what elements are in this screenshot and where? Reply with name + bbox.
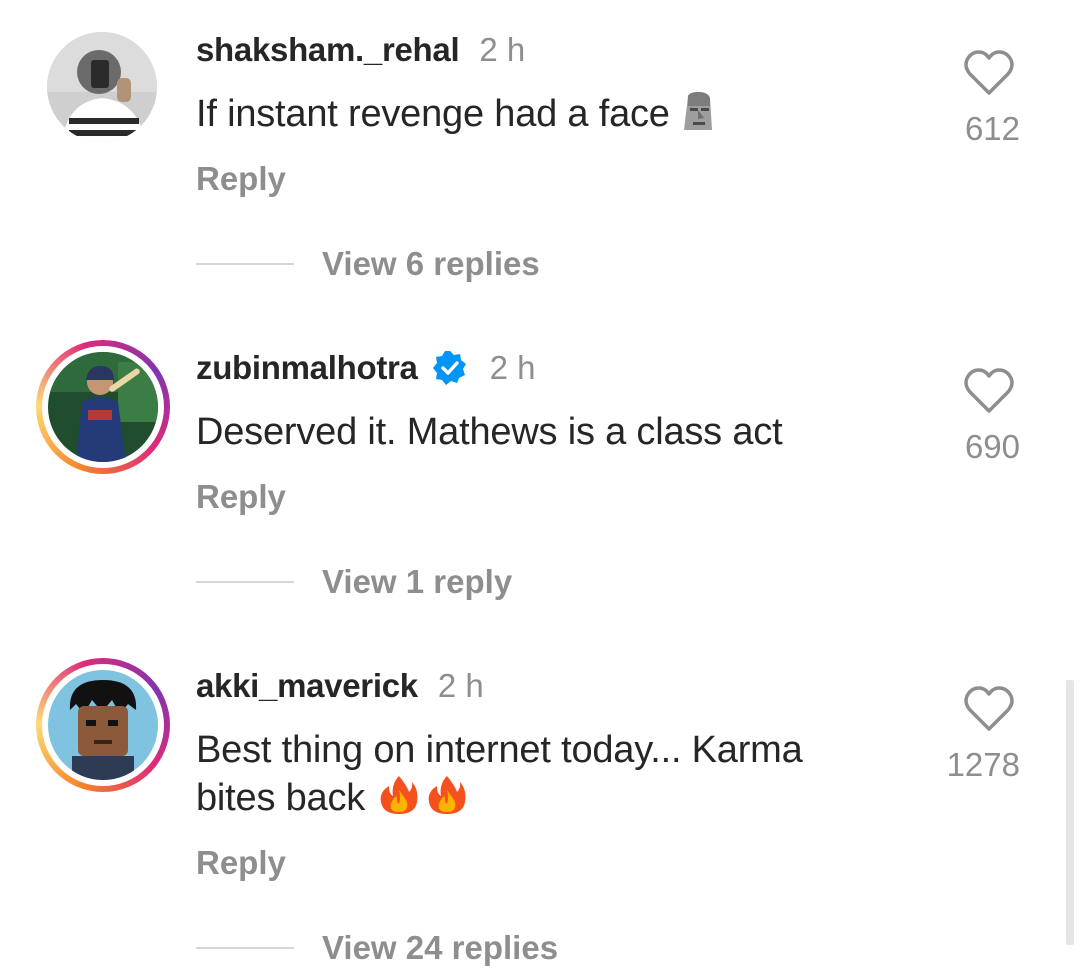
username[interactable]: akki_maverick (196, 667, 418, 705)
verified-badge-icon (432, 351, 466, 385)
reply-button[interactable]: Reply (196, 160, 286, 198)
comment-header: zubinmalhotra 2 h (196, 346, 535, 390)
avatar-image (47, 32, 157, 142)
timestamp: 2 h (479, 31, 526, 68)
reply-button[interactable]: Reply (196, 844, 286, 882)
divider-line (196, 263, 294, 265)
avatar-image (48, 670, 158, 780)
comment-header: shaksham._rehal 2 h (196, 28, 525, 72)
scrollbar[interactable] (1066, 680, 1074, 945)
like-area: 690 (900, 368, 1020, 466)
comment-text: Deserved it. Mathews is a class act (196, 411, 783, 453)
divider-line (196, 947, 294, 949)
avatar[interactable] (47, 32, 157, 142)
like-area: 1278 (900, 686, 1020, 784)
comment-header: akki_maverick 2 h (196, 664, 484, 708)
view-replies-label: View 6 replies (322, 245, 540, 282)
fire-icon (379, 774, 419, 828)
avatar-image (48, 352, 158, 462)
comments-list: shaksham._rehal 2 h If instant revenge h… (0, 0, 1080, 980)
timestamp: 2 h (489, 349, 536, 386)
heart-icon[interactable] (964, 686, 1014, 732)
timestamp: 2 h (437, 667, 484, 704)
username[interactable]: zubinmalhotra (196, 349, 418, 387)
heart-icon[interactable] (964, 50, 1014, 96)
view-replies-button[interactable]: View 24 replies (196, 926, 558, 970)
view-replies-label: View 24 replies (322, 929, 559, 966)
reply-button[interactable]: Reply (196, 478, 286, 516)
view-replies-button[interactable]: View 1 reply (196, 560, 512, 604)
avatar[interactable] (36, 340, 170, 474)
like-count: 612 (964, 110, 1020, 147)
divider-line (196, 581, 294, 583)
view-replies-label: View 1 reply (322, 563, 513, 600)
like-count: 1278 (946, 746, 1020, 783)
comment-text-line: bites back (196, 774, 886, 828)
view-replies-button[interactable]: View 6 replies (196, 242, 540, 286)
heart-icon[interactable] (964, 368, 1014, 414)
comment-text: Best thing on internet today... Karma bi… (196, 726, 886, 828)
avatar[interactable] (36, 658, 170, 792)
moai-icon (680, 92, 716, 144)
username[interactable]: shaksham._rehal (196, 31, 460, 69)
like-count: 690 (964, 428, 1020, 465)
comment-text-content: If instant revenge had a face (196, 93, 670, 135)
comment-text: If instant revenge had a face (196, 90, 886, 144)
comment-text-line: Best thing on internet today... Karma (196, 729, 803, 771)
fire-icon (427, 774, 467, 828)
comment-text-content: bites back (196, 777, 366, 819)
like-area: 612 (900, 50, 1020, 148)
